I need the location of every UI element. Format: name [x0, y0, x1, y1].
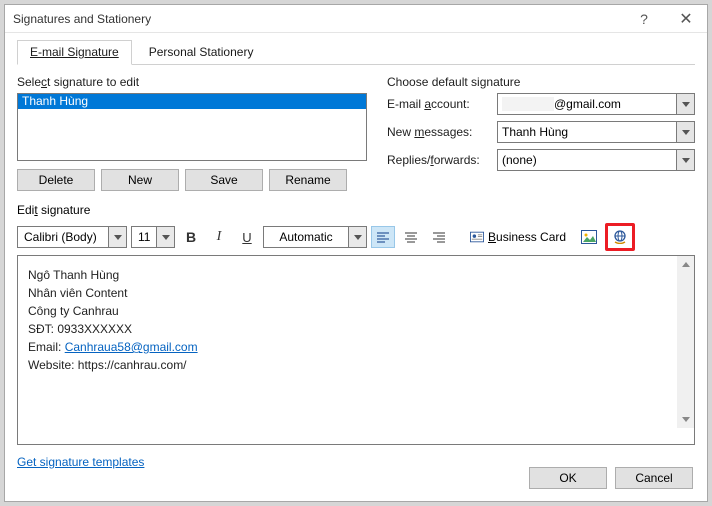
chevron-down-icon [348, 227, 366, 247]
dialog-window: Signatures and Stationery ? ✕ E-mail Sig… [4, 4, 708, 502]
save-button[interactable]: Save [185, 169, 263, 191]
editor-container: Ngô Thanh Hùng Nhân viên Content Công ty… [17, 255, 695, 445]
chevron-down-icon [676, 150, 694, 170]
tab-personal-stationery[interactable]: Personal Stationery [136, 40, 267, 65]
upper-section: Select signature to edit Thanh Hùng Dele… [17, 75, 695, 191]
scrollbar[interactable] [677, 256, 694, 428]
default-signature-group: Choose default signature E-mail account:… [387, 75, 695, 191]
window-title: Signatures and Stationery [13, 12, 623, 26]
new-messages-select[interactable]: Thanh Hùng [497, 121, 695, 143]
scroll-up-icon[interactable] [677, 256, 694, 273]
highlight-hyperlink [605, 223, 635, 251]
picture-icon [581, 230, 597, 244]
title-bar: Signatures and Stationery ? ✕ [5, 5, 707, 33]
get-templates-link[interactable]: Get signature templates [17, 455, 144, 469]
dialog-footer: OK Cancel [529, 467, 693, 489]
email-account-select[interactable]: xx @gmail.com [497, 93, 695, 115]
insert-picture-button[interactable] [577, 226, 601, 248]
replies-forwards-select[interactable]: (none) [497, 149, 695, 171]
close-button[interactable]: ✕ [665, 5, 707, 33]
sig-line: Công ty Canhrau [28, 302, 684, 320]
ok-button[interactable]: OK [529, 467, 607, 489]
dialog-body: E-mail Signature Personal Stationery Sel… [5, 33, 707, 481]
sig-line: SĐT: 0933XXXXXX [28, 320, 684, 338]
email-account-label: E-mail account: [387, 97, 497, 111]
sig-line: Ngô Thanh Hùng [28, 266, 684, 284]
tab-strip: E-mail Signature Personal Stationery [17, 39, 695, 65]
list-item[interactable]: Thanh Hùng [18, 94, 366, 109]
cancel-button[interactable]: Cancel [615, 467, 693, 489]
signature-list[interactable]: Thanh Hùng [17, 93, 367, 161]
align-center-button[interactable] [399, 226, 423, 248]
align-right-button[interactable] [427, 226, 451, 248]
chevron-down-icon [108, 227, 126, 247]
delete-button[interactable]: Delete [17, 169, 95, 191]
new-messages-value: Thanh Hùng [502, 125, 568, 139]
font-color-select[interactable]: Automatic [263, 226, 367, 248]
underline-button[interactable]: U [235, 226, 259, 248]
chevron-down-icon [676, 94, 694, 114]
chevron-down-icon [676, 122, 694, 142]
tab-email-signature[interactable]: E-mail Signature [17, 40, 132, 65]
new-button[interactable]: New [101, 169, 179, 191]
default-signature-label: Choose default signature [387, 75, 695, 89]
business-card-icon [470, 231, 484, 243]
chevron-down-icon [156, 227, 174, 247]
sig-line: Nhân viên Content [28, 284, 684, 302]
signature-buttons: Delete New Save Rename [17, 169, 367, 191]
bold-button[interactable]: B [179, 226, 203, 248]
font-size-select[interactable]: 11 [131, 226, 175, 248]
help-button[interactable]: ? [623, 5, 665, 33]
select-signature-label: Select signature to edit [17, 75, 367, 89]
hyperlink-icon [612, 230, 628, 244]
sig-line: Website: https://canhrau.com/ [28, 356, 684, 374]
new-messages-label: New messages: [387, 125, 497, 139]
select-signature-group: Select signature to edit Thanh Hùng Dele… [17, 75, 367, 191]
email-account-value: @gmail.com [554, 97, 621, 111]
replies-forwards-value: (none) [502, 153, 537, 167]
sig-line: Email: Canhraua58@gmail.com [28, 338, 684, 356]
insert-hyperlink-button[interactable] [608, 226, 632, 248]
business-card-button[interactable]: Business Card [463, 226, 573, 248]
font-select[interactable]: Calibri (Body) [17, 226, 127, 248]
scroll-down-icon[interactable] [677, 411, 694, 428]
rename-button[interactable]: Rename [269, 169, 347, 191]
italic-button[interactable]: I [207, 226, 231, 248]
replies-forwards-label: Replies/forwards: [387, 153, 497, 167]
edit-signature-label: Edit signature [17, 203, 695, 217]
signature-editor[interactable]: Ngô Thanh Hùng Nhân viên Content Công ty… [17, 255, 695, 445]
format-toolbar: Calibri (Body) 11 B I U Automatic [17, 221, 695, 253]
sig-email-link[interactable]: Canhraua58@gmail.com [65, 340, 198, 354]
align-left-button[interactable] [371, 226, 395, 248]
